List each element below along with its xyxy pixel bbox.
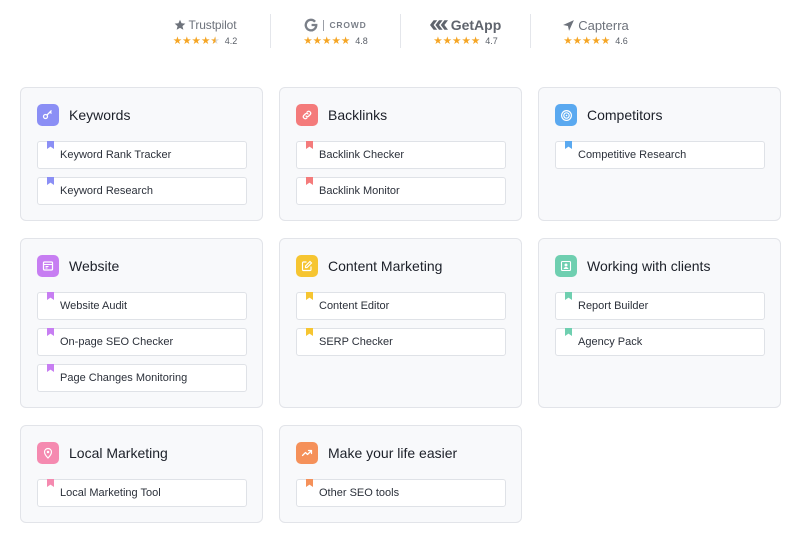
capterra-logo-icon xyxy=(563,19,575,31)
bookmark-icon xyxy=(306,328,313,336)
bookmark-icon xyxy=(306,141,313,149)
tool-link-backlink-checker[interactable]: Backlink Checker xyxy=(296,141,506,169)
category-title: Backlinks xyxy=(328,107,388,123)
bookmark-icon xyxy=(47,177,54,185)
category-card-make-your-life-easier: Make your life easier Other SEO tools xyxy=(279,425,522,523)
tool-link-keyword-research[interactable]: Keyword Research xyxy=(37,177,247,205)
rating-score: 4.6 xyxy=(615,36,628,46)
bookmark-icon xyxy=(565,141,572,149)
rating-score: 4.2 xyxy=(224,36,238,46)
bookmark-icon xyxy=(306,177,313,185)
link-icon xyxy=(296,104,318,126)
rating-capterra[interactable]: Capterra ★ ★ ★ ★ ★ 4.6 xyxy=(530,14,660,48)
getapp-logo-icon xyxy=(429,20,448,30)
category-title: Content Marketing xyxy=(328,258,443,274)
ratings-bar: Trustpilot ★ ★ ★ ★ ★ 4.2 CROWD ★ ★ ★ ★ ★ 4.8 Get… xyxy=(140,14,660,48)
bookmark-icon xyxy=(47,328,54,336)
tool-link-backlink-monitor[interactable]: Backlink Monitor xyxy=(296,177,506,205)
tool-link-competitive-research[interactable]: Competitive Research xyxy=(555,141,765,169)
trustpilot-logo: Trustpilot xyxy=(188,18,237,32)
tool-link-report-builder[interactable]: Report Builder xyxy=(555,292,765,320)
g2-logo-icon xyxy=(305,18,318,32)
rating-score: 4.7 xyxy=(485,36,498,46)
category-card-competitors: Competitors Competitive Research xyxy=(538,87,781,221)
tool-link-content-editor[interactable]: Content Editor xyxy=(296,292,506,320)
bookmark-icon xyxy=(306,479,313,487)
category-title: Website xyxy=(69,258,120,274)
rating-score: 4.8 xyxy=(355,36,368,46)
bookmark-icon xyxy=(47,292,54,300)
bookmark-icon xyxy=(47,479,54,487)
browser-icon xyxy=(37,255,59,277)
getapp-logo: GetApp xyxy=(450,17,502,33)
category-title: Working with clients xyxy=(587,258,711,274)
star-logo-icon xyxy=(174,19,185,30)
category-card-working-with-clients: Working with clients Report Builder Agen… xyxy=(538,238,781,408)
category-title: Competitors xyxy=(587,107,663,123)
category-card-content-marketing: Content Marketing Content Editor SERP Ch… xyxy=(279,238,522,408)
bookmark-icon xyxy=(565,328,572,336)
category-card-local-marketing: Local Marketing Local Marketing Tool xyxy=(20,425,263,523)
bookmark-icon xyxy=(306,292,313,300)
tool-link-local-marketing-tool[interactable]: Local Marketing Tool xyxy=(37,479,247,507)
category-card-keywords: Keywords Keyword Rank Tracker Keyword Re… xyxy=(20,87,263,221)
user-icon xyxy=(555,255,577,277)
target-icon xyxy=(555,104,577,126)
rating-stars: ★ ★ ★ ★ ★ xyxy=(563,35,611,47)
rating-stars: ★ ★ ★ ★ ★ xyxy=(303,35,351,47)
key-icon xyxy=(37,104,59,126)
category-card-website: Website Website Audit On-page SEO Checke… xyxy=(20,238,263,408)
category-title: Local Marketing xyxy=(69,445,168,461)
capterra-logo: Capterra xyxy=(578,17,629,33)
bookmark-icon xyxy=(47,364,54,372)
category-title: Make your life easier xyxy=(328,445,458,461)
tool-link-page-changes-monitoring[interactable]: Page Changes Monitoring xyxy=(37,364,247,392)
rating-stars: ★ ★ ★ ★ ★ xyxy=(433,35,481,47)
tool-link-serp-checker[interactable]: SERP Checker xyxy=(296,328,506,356)
tool-link-on-page-seo-checker[interactable]: On-page SEO Checker xyxy=(37,328,247,356)
rating-trustpilot[interactable]: Trustpilot ★ ★ ★ ★ ★ 4.2 xyxy=(140,14,270,48)
crowd-logo: CROWD xyxy=(329,20,367,30)
category-title: Keywords xyxy=(69,107,131,123)
tool-link-keyword-rank-tracker[interactable]: Keyword Rank Tracker xyxy=(37,141,247,169)
category-card-backlinks: Backlinks Backlink Checker Backlink Moni… xyxy=(279,87,522,221)
tool-link-agency-pack[interactable]: Agency Pack xyxy=(555,328,765,356)
tool-link-website-audit[interactable]: Website Audit xyxy=(37,292,247,320)
rating-getapp[interactable]: GetApp ★ ★ ★ ★ ★ 4.7 xyxy=(400,14,530,48)
edit-icon xyxy=(296,255,318,277)
map-pin-icon xyxy=(37,442,59,464)
tool-link-other-seo-tools[interactable]: Other SEO tools xyxy=(296,479,506,507)
rating-stars: ★ ★ ★ ★ ★ xyxy=(172,35,220,47)
rating-g2-crowd[interactable]: CROWD ★ ★ ★ ★ ★ 4.8 xyxy=(270,14,400,48)
bookmark-icon xyxy=(47,141,54,149)
bookmark-icon xyxy=(565,292,572,300)
trend-up-icon xyxy=(296,442,318,464)
